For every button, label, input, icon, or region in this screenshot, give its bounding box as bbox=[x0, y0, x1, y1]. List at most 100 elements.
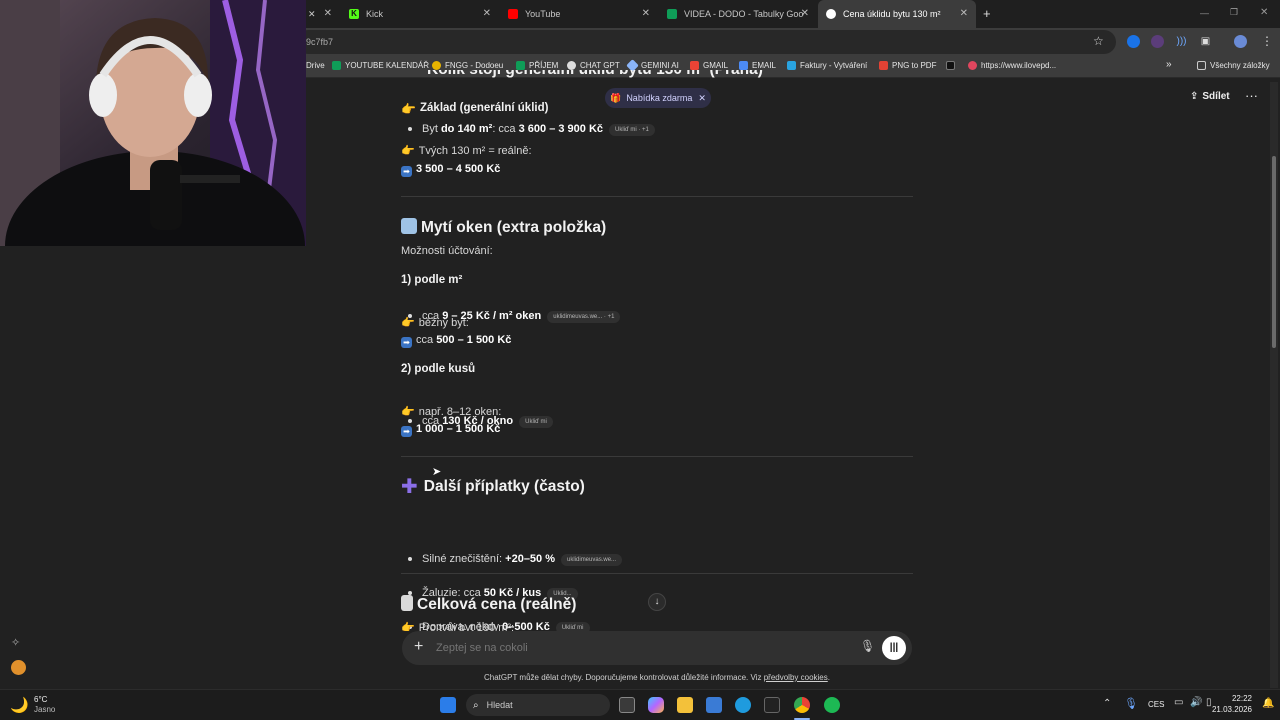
youtube-icon bbox=[508, 9, 518, 19]
terminal-icon[interactable] bbox=[764, 697, 780, 713]
arrow-right-icon: ➡ bbox=[401, 166, 412, 177]
bookmark-item[interactable] bbox=[946, 61, 959, 70]
profile-avatar[interactable] bbox=[1234, 35, 1247, 48]
list-item: Silné znečištění: +20–50 % uklidimeuvas.w… bbox=[401, 551, 913, 567]
mute-icon[interactable]: ✕ bbox=[308, 9, 316, 20]
gmail-icon bbox=[690, 61, 699, 70]
tab-chatgpt[interactable]: Cena úklidu bytu 130 m² ✕ bbox=[818, 0, 976, 28]
pointing-hand-icon: 👉 bbox=[401, 145, 415, 157]
note-line: 👉 Tvých 130 m² = reálně: bbox=[401, 145, 532, 157]
task-view-icon[interactable] bbox=[619, 697, 635, 713]
bookmark-item[interactable]: Drive bbox=[306, 61, 325, 70]
extension-icon[interactable] bbox=[1127, 35, 1140, 48]
tab-close-icon[interactable]: ✕ bbox=[324, 8, 332, 19]
bookmark-star-icon[interactable]: ☆ bbox=[1093, 34, 1104, 48]
new-tab-button[interactable]: + bbox=[983, 6, 991, 21]
tab-title: VIDEA - DODO - Tabulky Googl bbox=[684, 9, 804, 19]
paragraph: Možnosti účtování: bbox=[401, 245, 493, 257]
bookmark-item[interactable]: YOUTUBE KALENDÁŘ bbox=[332, 61, 429, 70]
citation-chip[interactable]: Ukliď mi · +1 bbox=[609, 124, 655, 136]
scroll-down-button[interactable]: ↓ bbox=[648, 593, 666, 611]
section-heading: Mytí oken (extra položka) bbox=[401, 218, 913, 236]
file-explorer-icon[interactable] bbox=[677, 697, 693, 713]
bookmark-item[interactable]: Faktury - Vytváření bbox=[787, 61, 867, 70]
spotify-icon[interactable] bbox=[824, 697, 840, 713]
cookie-preferences-link[interactable]: předvolby cookies bbox=[764, 673, 828, 682]
folder-icon bbox=[1197, 61, 1206, 70]
tray-chevron-icon[interactable]: ⌃ bbox=[1103, 698, 1111, 709]
volume-icon[interactable]: 🔊 bbox=[1190, 697, 1202, 708]
s-icon bbox=[946, 61, 955, 70]
weather-moon-icon[interactable]: 🌙 bbox=[10, 696, 29, 714]
clock-date[interactable]: 21.03.2026 bbox=[1207, 705, 1252, 714]
result-line: ➡ 1 000 – 1 500 Kč bbox=[401, 421, 913, 437]
add-attachment-button[interactable]: + bbox=[414, 638, 423, 656]
tab-close-icon[interactable]: ✕ bbox=[483, 8, 491, 19]
chatgpt-icon bbox=[826, 9, 836, 19]
bookmark-item[interactable]: PNG to PDF bbox=[879, 61, 936, 70]
disclaimer: ChatGPT může dělat chyby. Doporučujeme k… bbox=[484, 673, 830, 682]
bookmark-item[interactable]: CHAT GPT bbox=[567, 61, 620, 70]
sparkle-icon[interactable]: ✧ bbox=[11, 636, 20, 649]
language-indicator[interactable]: CES bbox=[1148, 700, 1164, 709]
bookmark-item[interactable]: GMAIL bbox=[690, 61, 728, 70]
taskbar-search[interactable]: ⌕ Hledat bbox=[466, 694, 610, 716]
tab-partial[interactable]: ✕ ✕ bbox=[300, 0, 340, 28]
message-composer: + 🎙 ||| bbox=[402, 631, 912, 665]
partial-line: 👉 Pro tvůj byt 130 m²: bbox=[401, 620, 913, 631]
copilot-icon[interactable] bbox=[648, 697, 664, 713]
tab-youtube[interactable]: YouTube ✕ bbox=[500, 0, 658, 28]
sheets-icon bbox=[332, 61, 341, 70]
user-avatar[interactable] bbox=[11, 660, 26, 675]
voice-mode-button[interactable]: ||| bbox=[882, 636, 906, 660]
prompt-input[interactable] bbox=[436, 639, 826, 657]
extension-icon[interactable] bbox=[1151, 35, 1164, 48]
bookmark-item[interactable]: PŘÍJEM bbox=[516, 61, 558, 70]
bookmark-item[interactable]: https://www.ilovepd... bbox=[968, 61, 1056, 70]
invoice-icon bbox=[787, 61, 796, 70]
minimize-icon[interactable]: — bbox=[1200, 8, 1209, 18]
maximize-icon[interactable]: ❐ bbox=[1230, 7, 1238, 18]
result-line: ➡ 3 500 – 4 500 Kč bbox=[401, 161, 913, 177]
tab-close-icon[interactable]: ✕ bbox=[642, 8, 650, 19]
bookmark-item[interactable]: GEMINI AI bbox=[626, 59, 679, 72]
email-icon bbox=[739, 61, 748, 70]
chrome-icon[interactable] bbox=[794, 697, 810, 713]
share-button[interactable]: ⇪ Sdílet bbox=[1190, 91, 1230, 102]
section-heading: 👉 Základ (generální úklid) bbox=[401, 102, 549, 116]
plus-icon: ✚ bbox=[401, 476, 418, 498]
tab-sheets[interactable]: VIDEA - DODO - Tabulky Googl ✕ bbox=[659, 0, 817, 28]
all-bookmarks-folder[interactable]: Všechny záložky bbox=[1197, 61, 1270, 70]
close-window-icon[interactable]: ✕ bbox=[1260, 7, 1268, 18]
fngg-icon bbox=[432, 61, 441, 70]
bookmark-item[interactable]: FNGG - Dodoeu bbox=[432, 61, 503, 70]
citation-chip[interactable]: uklidimeuvas.we... bbox=[561, 554, 623, 566]
more-bookmarks-icon[interactable]: » bbox=[1166, 59, 1172, 70]
outlook-icon[interactable] bbox=[706, 697, 722, 713]
edge-icon[interactable] bbox=[735, 697, 751, 713]
windows-start-icon[interactable] bbox=[440, 697, 456, 713]
webcam-image bbox=[0, 0, 306, 246]
notification-bell-icon[interactable]: 🔔 bbox=[1262, 698, 1274, 709]
microphone-icon[interactable]: 🎙 bbox=[860, 639, 875, 653]
sub-heading: 1) podle m² bbox=[401, 274, 463, 286]
window-icon bbox=[401, 218, 417, 234]
scrollbar-thumb[interactable] bbox=[1272, 156, 1276, 348]
weather-temp: 6°C bbox=[34, 695, 48, 704]
tab-close-icon[interactable]: ✕ bbox=[960, 8, 968, 19]
tab-close-icon[interactable]: ✕ bbox=[801, 8, 809, 19]
url-text: 9c7fb7 bbox=[306, 37, 334, 47]
list-item: Byt do 140 m²: cca 3 600 – 3 900 Kč Ukliď… bbox=[401, 121, 913, 137]
arrow-right-icon: ➡ bbox=[401, 337, 412, 348]
tab-kick[interactable]: K Kick ✕ bbox=[341, 0, 499, 28]
bookmark-item[interactable]: EMAIL bbox=[739, 61, 776, 70]
address-bar[interactable]: 9c7fb7 bbox=[296, 30, 1116, 54]
extension-icon[interactable]: ))) bbox=[1175, 35, 1188, 48]
more-options-button[interactable]: ··· bbox=[1245, 88, 1258, 103]
microphone-tray-icon[interactable]: 🎙 bbox=[1124, 697, 1138, 710]
note-line: 👉 např. 8–12 oken: bbox=[401, 406, 502, 418]
clock-time[interactable]: 22:22 bbox=[1222, 694, 1252, 703]
browser-menu-icon[interactable]: ⋮ bbox=[1261, 34, 1273, 48]
extensions-puzzle-icon[interactable]: ▣ bbox=[1199, 35, 1212, 48]
network-icon[interactable]: ▭ bbox=[1174, 697, 1183, 708]
